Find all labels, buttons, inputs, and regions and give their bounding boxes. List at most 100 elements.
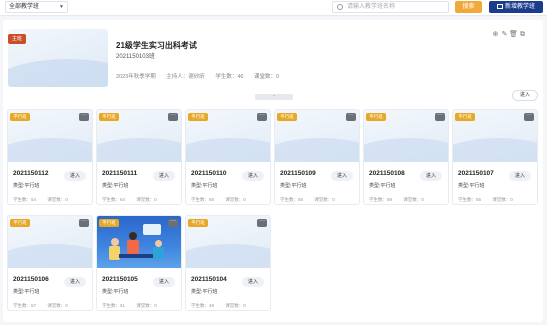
class-stats: 学生数：49 课堂数：0	[191, 303, 256, 309]
class-stats: 学生数：55 课堂数：0	[280, 197, 345, 203]
class-type: 类型:平行班	[13, 183, 40, 189]
parallel-class-tag: 平行班	[10, 113, 30, 121]
student-count: 学生数：59	[369, 197, 393, 202]
top-toolbar: 全部教学班 ▼ 请输入教学班名称 搜索 新增教学班	[0, 0, 547, 16]
chevron-down-icon: ▼	[59, 4, 64, 10]
parallel-class-tag: 平行班	[188, 219, 208, 227]
class-card[interactable]: 平行班 ··· 2021150112 类型:平行班 进入 学生数：54 课堂数：…	[7, 109, 93, 205]
student-count: 学生数：54	[13, 197, 37, 202]
class-filter-select[interactable]: 全部教学班 ▼	[5, 1, 68, 13]
class-stats: 学生数：59 课堂数：0	[369, 197, 434, 203]
main-class-title: 21级学生实习出科考试	[116, 41, 197, 50]
enter-button[interactable]: 进入	[153, 277, 175, 287]
class-card[interactable]: 平行班 ··· 2021150109 类型:平行班 进入 学生数：55 课堂数：…	[274, 109, 360, 205]
more-icon[interactable]: ···	[168, 112, 178, 121]
search-input[interactable]: 请输入教学班名称	[332, 1, 449, 13]
lesson-count: 课堂数：0	[136, 197, 157, 202]
chart-board-illustration	[143, 224, 161, 235]
class-stats: 学生数：55 课堂数：0	[458, 197, 523, 203]
copy-icon[interactable]: ⧉	[518, 31, 527, 39]
student-count: 学生数：49	[191, 303, 215, 308]
parallel-class-tag: 平行班	[10, 219, 30, 227]
more-icon[interactable]: ···	[435, 112, 445, 121]
lesson-count: 课堂数：0	[225, 303, 246, 308]
class-card[interactable]: 平行班 ··· 2021150106 类型:平行班 进入 学生数：57 课堂数：…	[7, 215, 93, 311]
enter-button[interactable]: 进入	[64, 171, 86, 181]
class-card[interactable]: 平行班 ··· 2021150105 类型:平行班 进入 学生数：61 课堂数：…	[96, 215, 182, 311]
class-card[interactable]: 平行班 ··· 2021150104 类型:平行班 进入 学生数：49 课堂数：…	[185, 215, 271, 311]
class-name: 2021150110	[191, 170, 227, 177]
class-card[interactable]: 平行班 ··· 2021150108 类型:平行班 进入 学生数：59 课堂数：…	[363, 109, 449, 205]
class-card[interactable]: 平行班 ··· 2021150110 类型:平行班 进入 学生数：60 课堂数：…	[185, 109, 271, 205]
enter-button[interactable]: 进入	[420, 171, 442, 181]
search-button[interactable]: 搜索	[455, 1, 482, 13]
class-card[interactable]: 平行班 ··· 2021150107 类型:平行班 进入 学生数：55 课堂数：…	[452, 109, 538, 205]
more-icon[interactable]: ···	[79, 218, 89, 227]
parallel-class-tag: 平行班	[455, 113, 475, 121]
class-name: 2021150112	[13, 170, 49, 177]
student-count: 学生数：61	[102, 303, 126, 308]
class-name: 2021150107	[458, 170, 494, 177]
parallel-class-tag: 平行班	[366, 113, 386, 121]
lesson-count: 课堂数：0	[403, 197, 424, 202]
class-name: 2021150106	[13, 276, 49, 283]
class-type: 类型:平行班	[280, 183, 307, 189]
class-card[interactable]: 平行班 ··· 2021150111 类型:平行班 进入 学生数：64 课堂数：…	[96, 109, 182, 205]
class-name: 2021150108	[369, 170, 405, 177]
term-text: 2023年秋季学期	[116, 74, 156, 80]
class-type: 类型:平行班	[102, 183, 129, 189]
person-illustration	[129, 232, 137, 240]
more-icon[interactable]: ···	[79, 112, 89, 121]
more-icon[interactable]: ···	[346, 112, 356, 121]
enter-button[interactable]: 进入	[242, 171, 264, 181]
class-name: 2021150111	[102, 170, 138, 177]
parallel-class-tag: 平行班	[277, 113, 297, 121]
main-class-enter-button[interactable]: 进入	[512, 90, 538, 101]
settings-icon[interactable]: ⊕	[491, 30, 500, 38]
host-text: 主持人：谢欣昕	[166, 74, 205, 80]
enter-button[interactable]: 进入	[242, 277, 264, 287]
lesson-count: 课堂数：0	[492, 197, 513, 202]
person-illustration	[153, 247, 164, 259]
delete-icon[interactable]: 🗑	[509, 30, 518, 38]
enter-button[interactable]: 进入	[153, 171, 175, 181]
search-icon	[337, 4, 343, 10]
lesson-count: 课堂数：0	[253, 74, 280, 80]
student-count: 学生数：64	[102, 197, 126, 202]
lesson-count: 课堂数：0	[136, 303, 157, 308]
edit-icon[interactable]: ✎	[500, 30, 509, 38]
lesson-count: 课堂数：0	[225, 197, 246, 202]
main-class-tools: ⊕ ✎ 🗑 ⧉	[491, 30, 527, 39]
student-count: 学生数：55	[458, 197, 482, 202]
class-type: 类型:平行班	[369, 183, 396, 189]
class-stats: 学生数：57 课堂数：0	[13, 303, 78, 309]
enter-button[interactable]: 进入	[331, 171, 353, 181]
person-illustration	[155, 240, 162, 247]
more-icon[interactable]: ···	[524, 112, 534, 121]
search-placeholder: 请输入教学班名称	[347, 4, 396, 10]
parallel-class-tag: 平行班	[99, 113, 119, 121]
enter-button[interactable]: 进入	[64, 277, 86, 287]
add-class-label: 新增教学班	[504, 4, 535, 10]
class-type: 类型:平行班	[191, 289, 218, 295]
class-name: 2021150109	[280, 170, 316, 177]
main-class-code: 2021150103班	[116, 54, 155, 60]
class-name: 2021150105	[102, 276, 138, 283]
student-count: 学生数：60	[191, 197, 215, 202]
collapse-toggle[interactable]: ⌃	[255, 94, 293, 100]
person-illustration	[111, 238, 119, 246]
student-count: 学生数：55	[280, 197, 304, 202]
student-count: 学生数：57	[13, 303, 37, 308]
more-icon[interactable]: ···	[168, 218, 178, 227]
class-type: 类型:平行班	[191, 183, 218, 189]
lesson-count: 课堂数：0	[314, 197, 335, 202]
more-icon[interactable]: ···	[257, 218, 267, 227]
class-stats: 学生数：64 课堂数：0	[102, 197, 167, 203]
add-class-icon	[496, 4, 503, 9]
add-class-button[interactable]: 新增教学班	[489, 1, 543, 13]
lesson-count: 课堂数：0	[47, 197, 68, 202]
enter-button[interactable]: 进入	[509, 171, 531, 181]
lesson-count: 课堂数：0	[47, 303, 68, 308]
more-icon[interactable]: ···	[257, 112, 267, 121]
class-stats: 学生数：60 课堂数：0	[191, 197, 256, 203]
